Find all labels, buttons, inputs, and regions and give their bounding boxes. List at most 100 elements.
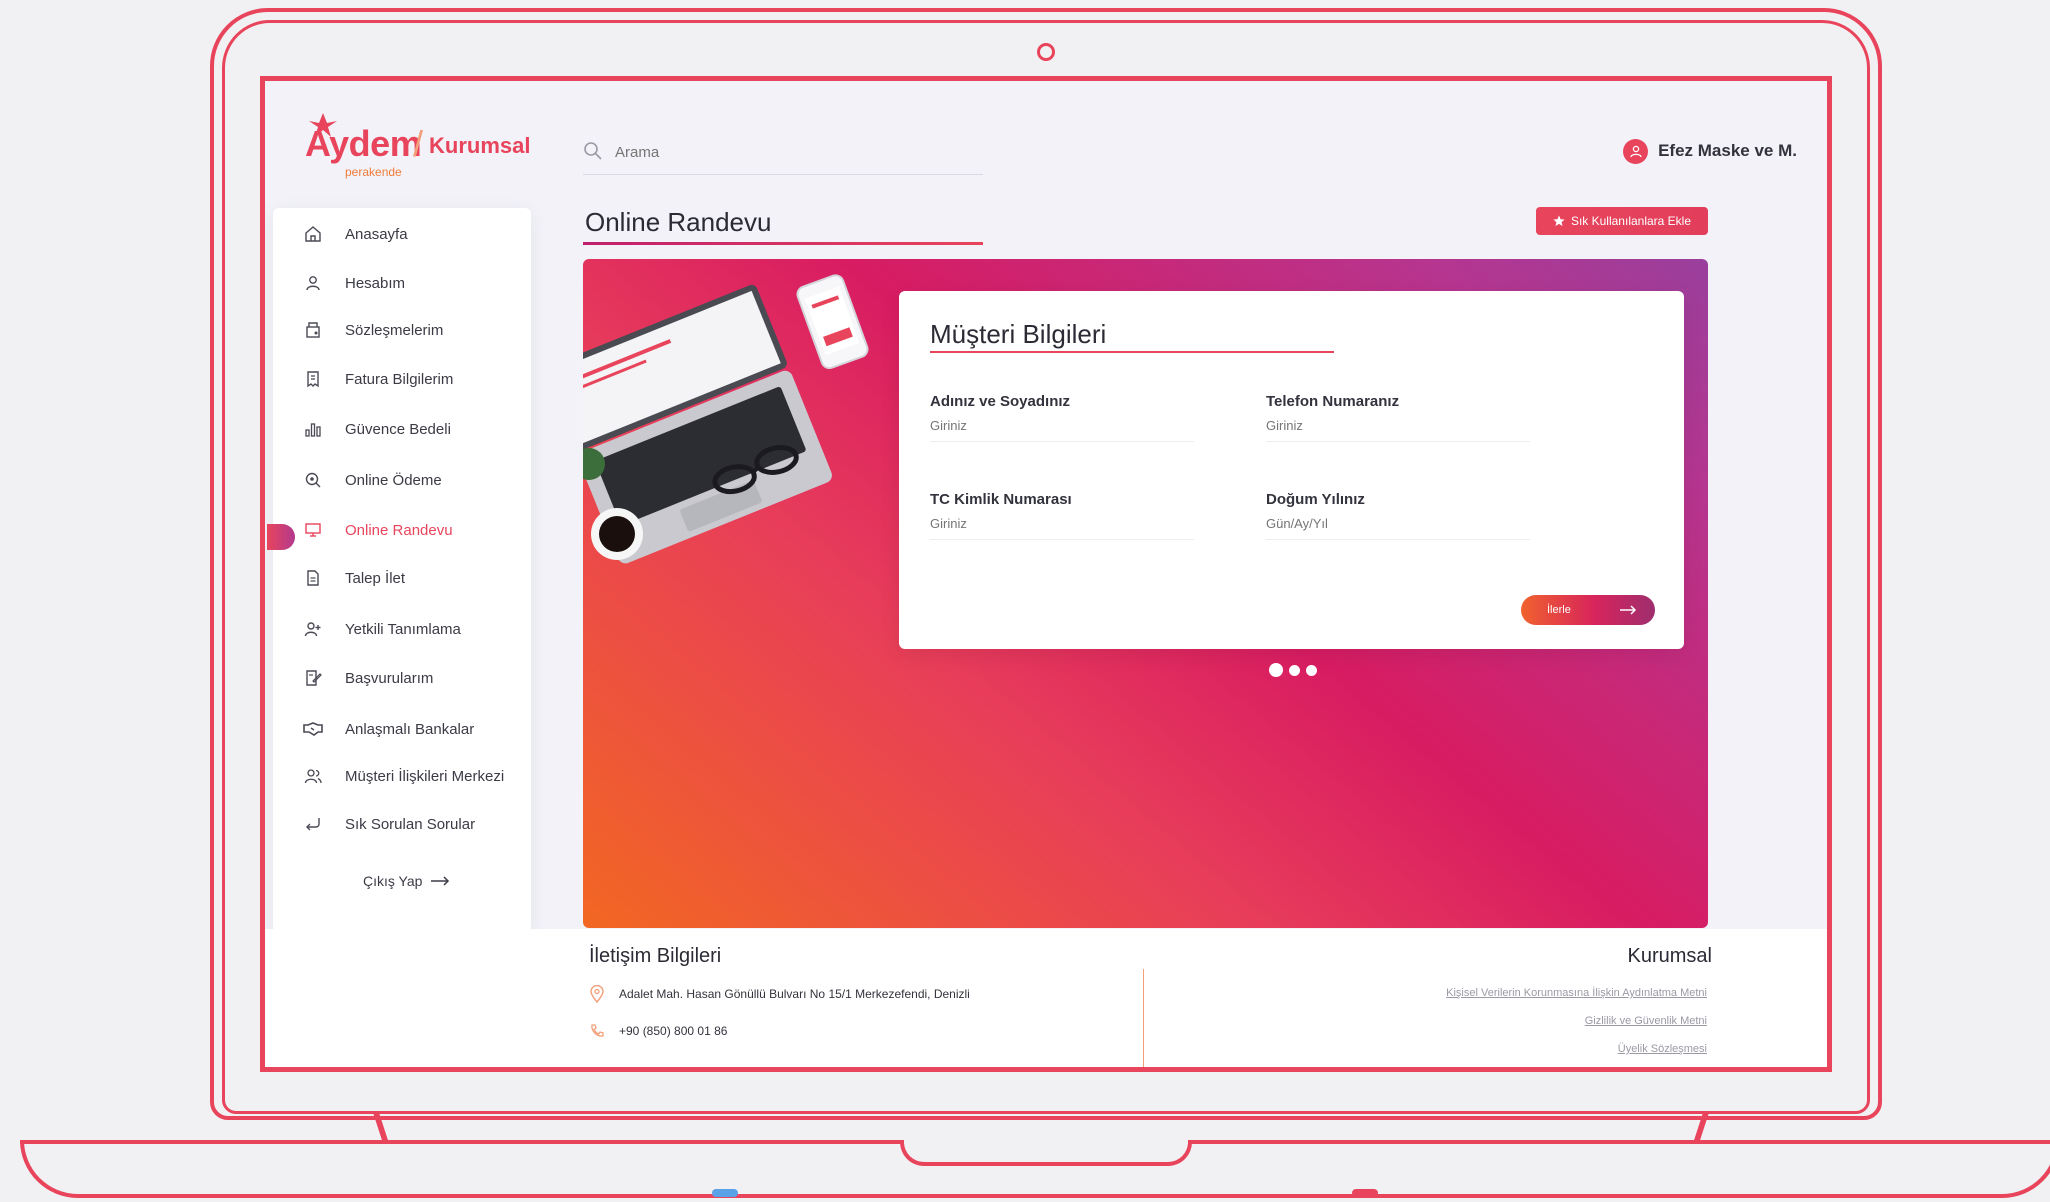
carousel-dot[interactable]	[1269, 663, 1283, 677]
sidebar-item-talep-ilet[interactable]: Talep İlet	[303, 563, 405, 593]
logout-label: Çıkış Yap	[363, 873, 423, 889]
privacy-link[interactable]: Gizlilik ve Güvenlik Metni	[1585, 1015, 1707, 1027]
sidebar-item-label: Başvurularım	[345, 669, 434, 687]
sidebar: Anasayfa Hesabım Sözleşmelerim Fatura Bi…	[267, 208, 531, 932]
return-icon	[303, 814, 323, 834]
monitor-icon	[303, 520, 323, 540]
users-icon	[303, 766, 323, 786]
handshake-icon	[303, 719, 323, 739]
laptop-foot-left	[712, 1189, 738, 1197]
active-indicator	[267, 524, 295, 550]
carousel-dots	[1269, 663, 1317, 677]
bar-chart-icon	[303, 419, 323, 439]
carousel-dot[interactable]	[1289, 664, 1300, 676]
sidebar-item-label: Talep İlet	[345, 569, 406, 587]
footer: İletişim Bilgileri Adalet Mah. Hasan Gön…	[265, 929, 1827, 1067]
form-title-underline	[930, 351, 1334, 353]
user-add-icon	[303, 619, 323, 639]
sidebar-item-label: Hesabım	[345, 274, 406, 292]
kvkk-link[interactable]: Kişisel Verilerin Korunmasına İlişkin Ay…	[1446, 987, 1707, 999]
logo-wordmark: Aydem	[305, 123, 422, 164]
page-title-underline	[583, 242, 983, 245]
arrow-right-icon	[431, 876, 450, 886]
logo-separator: /	[413, 123, 424, 164]
sidebar-item-guvence-bedeli[interactable]: Güvence Bedeli	[303, 414, 451, 444]
sidebar-item-anasayfa[interactable]: Anasayfa	[303, 219, 408, 249]
form-title: Müşteri Bilgileri	[930, 319, 1107, 349]
tc-id-field: TC Kimlik Numarası	[930, 491, 1194, 540]
sidebar-item-online-randevu[interactable]: Online Randevu	[303, 515, 453, 545]
sidebar-item-label: Fatura Bilgilerim	[345, 370, 454, 388]
logo-subtitle: perakende	[345, 165, 402, 179]
sidebar-item-anlasmali-bankalar[interactable]: Anlaşmalı Bankalar	[303, 714, 474, 744]
tc-id-label: TC Kimlik Numarası	[930, 491, 1072, 508]
birth-year-label: Doğum Yılınız	[1266, 491, 1365, 508]
sidebar-item-musteri-iliskileri-merkezi[interactable]: Müşteri İlişkileri Merkezi	[303, 761, 504, 791]
sidebar-item-label: Anlaşmalı Bankalar	[345, 720, 475, 738]
page-title: Online Randevu	[585, 207, 772, 237]
phone-label: Telefon Numaranız	[1266, 393, 1400, 410]
sidebar-item-label: Müşteri İlişkileri Merkezi	[345, 767, 505, 785]
phone-icon	[591, 1024, 604, 1037]
sidebar-item-fatura-bilgilerim[interactable]: Fatura Bilgilerim	[303, 364, 453, 394]
logo-division: Kurumsal	[429, 133, 531, 158]
name-field: Adınız ve Soyadınız	[930, 393, 1194, 442]
user-avatar-icon	[1629, 145, 1642, 158]
search-bar	[583, 135, 983, 175]
laptop-notch	[900, 1140, 1192, 1166]
phone-row: +90 (850) 800 01 86	[589, 1023, 727, 1039]
sidebar-item-label: Online Ödeme	[345, 471, 442, 489]
address-text: Adalet Mah. Hasan Gönüllü Bulvarı No 15/…	[619, 987, 970, 1001]
contact-title: İletişim Bilgileri	[589, 945, 722, 967]
add-favorite-label: Sık Kullanılanlara Ekle	[1570, 214, 1692, 228]
camera-icon	[1037, 43, 1055, 61]
corporate-title: Kurumsal	[1627, 945, 1712, 967]
avatar	[1623, 138, 1649, 164]
next-label: İlerle	[1547, 604, 1571, 616]
sidebar-item-sik-sorulan-sorular[interactable]: Sık Sorulan Sorular	[303, 809, 475, 839]
footer-divider	[1143, 969, 1144, 1067]
arrow-right-icon	[1620, 605, 1637, 615]
app-screen: Aydem / Kurumsal perakende Efez Maske ve…	[260, 76, 1832, 1072]
user-menu[interactable]: Efez Maske ve M.	[1623, 137, 1797, 165]
sidebar-item-label: Anasayfa	[345, 225, 408, 243]
location-pin-icon	[590, 985, 604, 1003]
invoice-icon	[303, 369, 323, 389]
birth-year-field: Doğum Yılınız	[1266, 491, 1530, 540]
sidebar-item-label: Online Randevu	[345, 521, 453, 539]
sidebar-item-label: Yetkili Tanımlama	[345, 620, 461, 638]
search-input[interactable]	[615, 139, 975, 165]
tc-id-input[interactable]	[930, 508, 1194, 540]
sidebar-item-online-odeme[interactable]: Online Ödeme	[303, 465, 442, 495]
phone-input[interactable]	[1266, 410, 1530, 442]
sidebar-item-label: Sözleşmelerim	[345, 321, 444, 339]
application-icon	[303, 668, 323, 688]
user-name: Efez Maske ve M.	[1658, 141, 1797, 160]
brand-logo[interactable]: Aydem / Kurumsal perakende	[305, 111, 535, 181]
sidebar-item-hesabim[interactable]: Hesabım	[303, 268, 405, 298]
carousel-dot[interactable]	[1306, 664, 1317, 676]
name-label: Adınız ve Soyadınız	[930, 393, 1071, 410]
add-favorite-button[interactable]: Sık Kullanılanlara Ekle	[1536, 207, 1708, 235]
search-icon[interactable]	[583, 141, 603, 161]
payment-search-icon	[303, 470, 323, 490]
star-icon	[1553, 215, 1565, 226]
logout-button[interactable]: Çıkış Yap	[363, 873, 450, 889]
sidebar-item-label: Güvence Bedeli	[345, 420, 451, 438]
laptop-foot-right	[1352, 1189, 1378, 1197]
birth-year-input[interactable]	[1266, 508, 1530, 540]
phone-text[interactable]: +90 (850) 800 01 86	[619, 1024, 727, 1038]
address-row: Adalet Mah. Hasan Gönüllü Bulvarı No 15/…	[589, 985, 970, 1003]
sidebar-item-label: Sık Sorulan Sorular	[345, 815, 476, 833]
document-icon	[303, 568, 323, 588]
appointment-banner: Müşteri Bilgileri Adınız ve Soyadınız Te…	[583, 259, 1708, 928]
customer-info-form: Müşteri Bilgileri Adınız ve Soyadınız Te…	[899, 291, 1684, 649]
membership-agreement-link[interactable]: Üyelik Sözleşmesi	[1618, 1043, 1707, 1055]
name-input[interactable]	[930, 410, 1194, 442]
laptop-illustration	[583, 274, 869, 564]
sidebar-item-basvurularim[interactable]: Başvurularım	[303, 663, 433, 693]
sidebar-item-yetkili-tanimlama[interactable]: Yetkili Tanımlama	[303, 614, 461, 644]
home-icon	[303, 224, 323, 244]
sidebar-item-sozlesmelerim[interactable]: Sözleşmelerim	[303, 315, 443, 345]
next-button[interactable]: İlerle	[1521, 595, 1655, 625]
